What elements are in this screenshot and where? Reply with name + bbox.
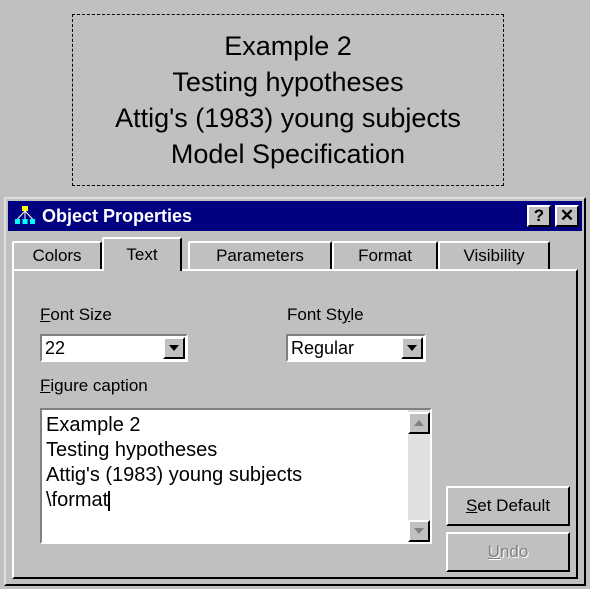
font-size-value: 22 <box>45 337 66 358</box>
text-caret <box>108 490 111 511</box>
help-button[interactable]: ? <box>527 205 551 227</box>
font-style-value: Regular <box>291 337 355 358</box>
caption-preview-line: Attig's (1983) young subjects <box>115 103 461 133</box>
caption-preview-line: Testing hypotheses <box>172 67 404 97</box>
tab-text[interactable]: Text <box>102 237 182 271</box>
caption-text-line: Testing hypotheses <box>46 439 218 461</box>
vertical-scrollbar[interactable] <box>408 410 430 542</box>
undo-button[interactable]: Undo <box>446 532 570 572</box>
font-style-label: Font Style <box>287 305 364 324</box>
close-icon: ✕ <box>559 206 575 225</box>
tab-visibility[interactable]: Visibility <box>438 241 550 269</box>
caption-text-line: \format <box>46 489 111 511</box>
window-title: Object Properties <box>42 205 193 226</box>
caption-preview-line: Example 2 <box>224 31 352 61</box>
object-properties-dialog: Object Properties ? ✕ Colors Text Parame… <box>4 197 586 586</box>
chevron-down-icon[interactable] <box>163 337 185 359</box>
title-bar[interactable]: Object Properties ? ✕ <box>8 201 582 231</box>
caption-text-line: Example 2 <box>46 414 141 436</box>
figure-caption-textarea[interactable]: Example 2 Testing hypotheses Attig's (19… <box>40 408 432 544</box>
caption-preview-line: Model Specification <box>170 139 406 169</box>
font-style-select[interactable]: Regular <box>286 334 426 362</box>
tab-format[interactable]: Format <box>332 241 438 269</box>
scroll-up-icon[interactable] <box>408 412 430 434</box>
figure-caption-preview: Example 2 Testing hypotheses Attig's (19… <box>72 14 504 186</box>
chevron-down-icon[interactable] <box>401 337 423 359</box>
caption-text-line: Attig's (1983) young subjects <box>46 464 303 486</box>
close-button[interactable]: ✕ <box>555 205 579 227</box>
set-default-button[interactable]: Set Default <box>446 486 570 526</box>
model-diagram-icon <box>15 206 35 224</box>
tab-colors[interactable]: Colors <box>12 241 102 269</box>
figure-caption-label: Figure caption <box>40 376 148 395</box>
tab-parameters[interactable]: Parameters <box>188 241 332 269</box>
scroll-down-icon[interactable] <box>408 520 430 542</box>
font-size-label: Font Size <box>40 305 112 324</box>
font-size-select[interactable]: 22 <box>40 334 188 362</box>
help-icon: ? <box>533 206 545 225</box>
